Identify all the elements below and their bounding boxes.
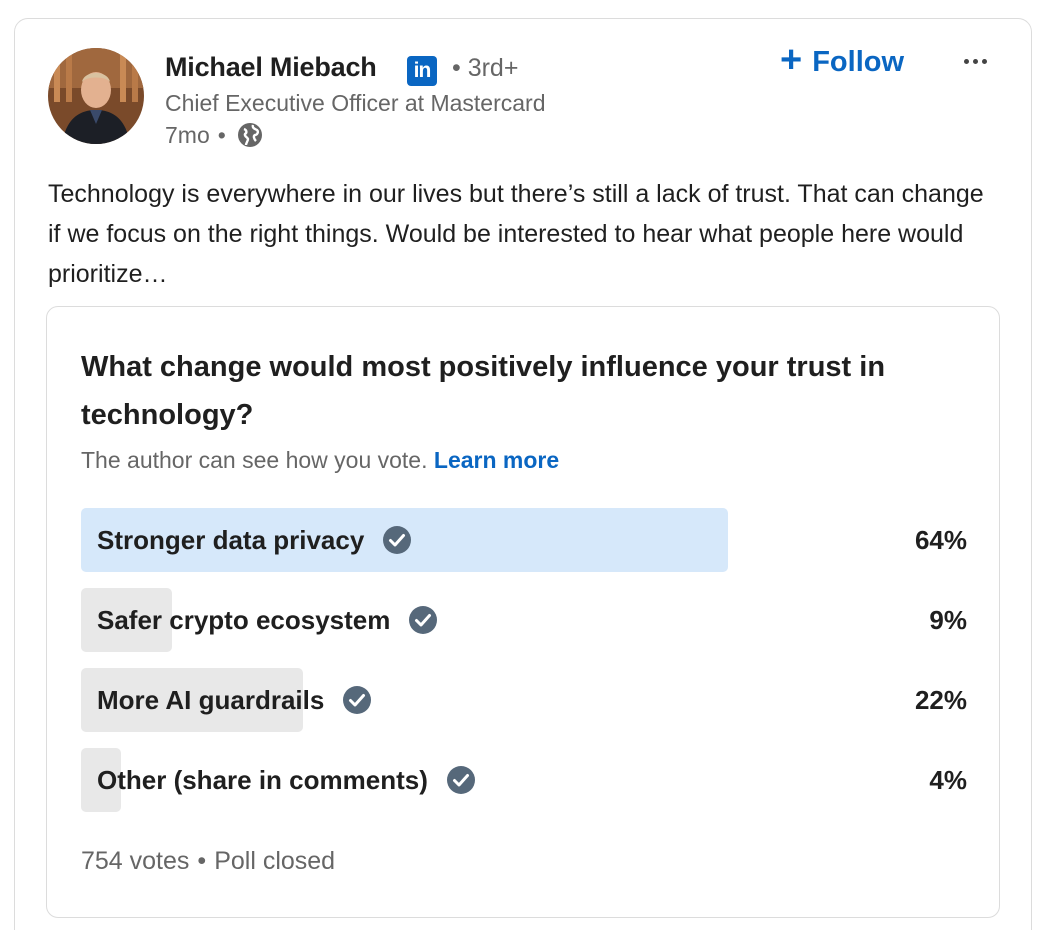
- poll-option[interactable]: Other (share in comments) 4%: [81, 748, 967, 812]
- author-name[interactable]: Michael Miebach: [165, 52, 377, 83]
- check-circle-icon: [446, 765, 476, 795]
- poll-option-label: Other (share in comments): [97, 764, 428, 795]
- poll-note-text: The author can see how you vote.: [81, 447, 428, 473]
- avatar[interactable]: [48, 48, 144, 144]
- poll-note: The author can see how you vote. Learn m…: [81, 447, 559, 474]
- poll-option-percent: 22%: [914, 684, 967, 715]
- poll-votes[interactable]: 754 votes: [81, 847, 189, 875]
- learn-more-link[interactable]: Learn more: [434, 447, 559, 473]
- post-time: 7mo: [165, 121, 210, 148]
- globe-icon: [236, 121, 264, 149]
- follow-label: Follow: [812, 45, 905, 78]
- post-text: Technology is everywhere in our lives bu…: [48, 180, 984, 288]
- check-circle-icon: [382, 525, 412, 555]
- check-circle-icon: [342, 685, 372, 715]
- poll-option-percent: 9%: [929, 604, 967, 635]
- poll-status: Poll closed: [214, 847, 336, 875]
- poll-option[interactable]: Safer crypto ecosystem 9%: [81, 588, 967, 652]
- poll-footer: 754 votes • Poll closed: [81, 847, 336, 875]
- poll-option[interactable]: More AI guardrails 22%: [81, 668, 967, 732]
- poll-option-label: Safer crypto ecosystem: [97, 604, 391, 635]
- linkedin-premium-icon: in: [407, 56, 437, 86]
- author-headline: Chief Executive Officer at Mastercard: [165, 90, 546, 116]
- ellipsis-icon: [963, 58, 969, 64]
- poll-option-label: Stronger data privacy: [97, 524, 365, 555]
- connection-degree: • 3rd+: [452, 54, 519, 82]
- poll-option[interactable]: Stronger data privacy 64%: [81, 508, 967, 572]
- poll-option-percent: 64%: [914, 524, 967, 555]
- poll: What change would most positively influe…: [46, 306, 1000, 918]
- check-circle-icon: [408, 605, 438, 635]
- more-options-button[interactable]: [955, 46, 995, 76]
- post-meta: 7mo •: [165, 121, 264, 149]
- poll-option-label: More AI guardrails: [97, 684, 325, 715]
- plus-icon: +: [780, 39, 803, 81]
- poll-question: What change would most positively influe…: [81, 351, 886, 431]
- poll-option-percent: 4%: [929, 764, 967, 795]
- follow-button[interactable]: + Follow: [780, 39, 905, 82]
